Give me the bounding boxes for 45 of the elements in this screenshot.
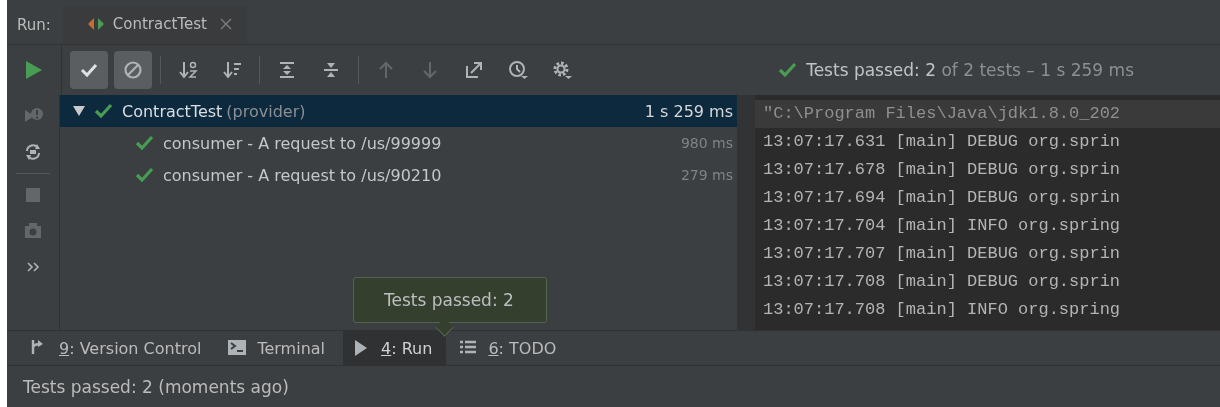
tooltip: Tests passed: 2 — [353, 277, 547, 323]
console-line: 13:07:17.678 [main] DEBUG org.sprin — [762, 159, 1122, 181]
sort-list-icon — [221, 59, 243, 81]
prohibited-button[interactable] — [114, 51, 152, 89]
test-name: consumer - A request to /us/90210 — [163, 165, 442, 185]
expand-triangle-icon — [72, 104, 86, 118]
check-icon — [135, 166, 155, 184]
refresh-icon — [23, 142, 43, 162]
test-duration: 279 ms — [680, 167, 733, 183]
camera-icon — [23, 221, 43, 241]
tree-row[interactable]: consumer - A request to /us/90210 279 ms — [60, 159, 737, 191]
check-button[interactable] — [70, 51, 108, 89]
console-line: 13:07:17.708 [main] DEBUG org.sprin — [762, 271, 1122, 293]
export-arrow-icon — [463, 59, 485, 81]
console-line: 13:07:17.694 [main] DEBUG org.sprin — [762, 187, 1122, 209]
sort-alphabetical-icon — [177, 59, 199, 81]
console-line: 13:07:17.708 [main] INFO org.spring — [762, 299, 1122, 321]
status-text: Tests passed: 2 (moments ago) — [23, 376, 289, 397]
test-duration: 1 s 259 ms — [644, 101, 733, 121]
settings-icon — [551, 59, 573, 81]
run-tab[interactable]: ContractTest — [62, 6, 247, 44]
panel-label: Run: — [16, 15, 52, 36]
check-icon — [94, 102, 114, 120]
tool-window-tab[interactable]: 4: Run — [343, 331, 447, 365]
test-detail: (provider) — [226, 101, 306, 121]
tree-row[interactable]: ContractTest (provider) 1 s 259 ms — [60, 95, 737, 127]
tool-window-tab[interactable]: 6: TODO — [450, 331, 571, 365]
console-line: 13:07:17.631 [main] DEBUG org.sprin — [762, 131, 1122, 153]
prohibited-icon — [122, 59, 144, 81]
check-icon — [778, 61, 799, 79]
run-config-icon — [86, 16, 105, 32]
check-icon — [135, 134, 155, 152]
console-line: 13:07:17.704 [main] INFO org.spring — [762, 215, 1122, 237]
tool-window-tab[interactable]: Terminal — [219, 331, 340, 365]
play-icon — [23, 59, 43, 81]
stop-icon — [23, 185, 43, 205]
tool-window-tab[interactable]: 9: Version Control — [21, 331, 216, 365]
test-name: consumer - A request to /us/99999 — [163, 133, 442, 153]
test-duration: 980 ms — [680, 135, 733, 151]
test-summary: Tests passed: 2 of 2 tests – 1 s 259 ms — [806, 60, 1134, 80]
tree-row[interactable]: consumer - A request to /us/99999 980 ms — [60, 127, 737, 159]
console-line: 13:07:17.707 [main] DEBUG org.sprin — [762, 243, 1122, 265]
clock-icon — [507, 59, 529, 81]
test-name: ContractTest — [122, 101, 223, 121]
terminal-icon — [227, 338, 248, 358]
